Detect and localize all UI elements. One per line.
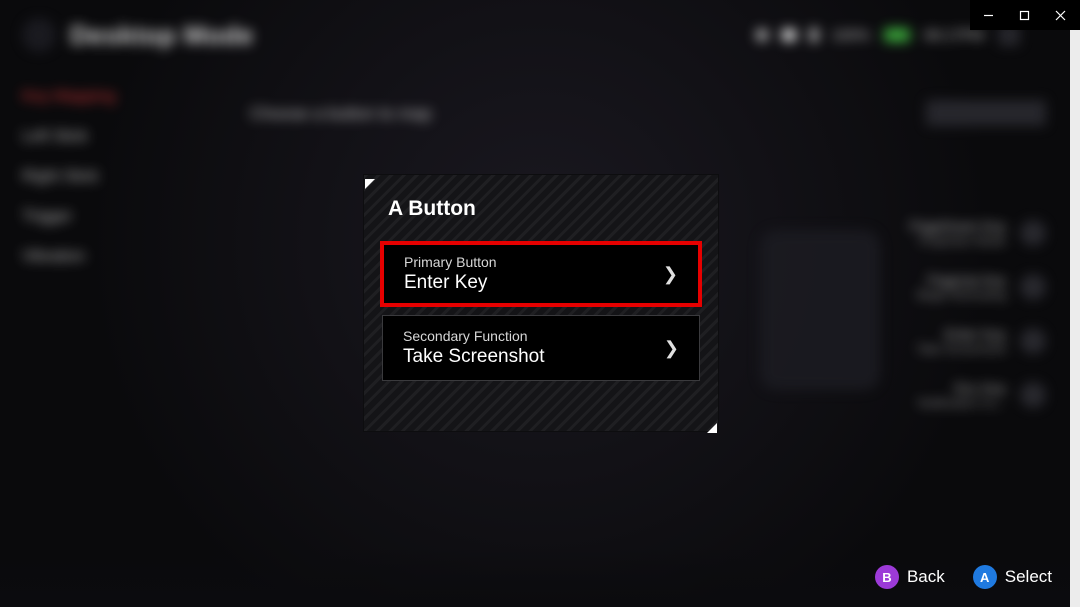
mapping-summary-row: Esc KeyNotification Ce... xyxy=(909,380,1046,410)
button-glyph-icon xyxy=(1020,328,1046,354)
footer-legend: B Back A Select xyxy=(875,565,1052,589)
status-icon xyxy=(756,29,768,41)
mapping-summary-row: PageDown KeyProjection Mode xyxy=(909,218,1046,248)
page-subtitle: Choose a button to map xyxy=(250,104,431,124)
b-button-icon: B xyxy=(875,565,899,589)
sidebar-item-key-mapping[interactable]: Key Mapping xyxy=(22,88,115,106)
maximize-button[interactable] xyxy=(1006,0,1042,30)
sidebar-item-right-stick[interactable]: Right Stick xyxy=(22,168,115,186)
controller-illustration xyxy=(760,230,880,390)
chevron-right-icon: ❯ xyxy=(664,338,679,359)
mapping-summary-row: PageUp KeyBegin Recording xyxy=(909,272,1046,302)
corner-icon xyxy=(707,420,717,430)
legend-select-label: Select xyxy=(1005,567,1052,587)
sidebar-item-vibration[interactable]: Vibration xyxy=(22,248,115,266)
legend-select[interactable]: A Select xyxy=(973,565,1052,589)
battery-icon xyxy=(884,28,910,42)
bluetooth-icon xyxy=(810,28,818,42)
legend-back-label: Back xyxy=(907,567,945,587)
secondary-function-row[interactable]: Secondary Function Take Screenshot ❯ xyxy=(382,315,700,381)
minimize-button[interactable] xyxy=(970,0,1006,30)
button-glyph-icon xyxy=(1020,220,1046,246)
close-button[interactable] xyxy=(1042,0,1078,30)
mapping-summary-row: Enter KeyTake Screenshot xyxy=(909,326,1046,356)
legend-back[interactable]: B Back xyxy=(875,565,945,589)
primary-button-row[interactable]: Primary Button Enter Key ❯ xyxy=(380,241,702,307)
button-config-modal: A Button Primary Button Enter Key ❯ Seco… xyxy=(363,174,719,432)
a-button-icon: A xyxy=(973,565,997,589)
row-value: Take Screenshot xyxy=(403,346,545,368)
window-titlebar xyxy=(970,0,1080,30)
app-header: Desktop Mode xyxy=(22,18,254,52)
battery-percent: 100% xyxy=(832,27,870,44)
app-viewport: Desktop Mode 100% 06:17PM Key Mapping Le… xyxy=(0,0,1080,607)
corner-icon xyxy=(365,176,375,186)
row-label: Primary Button xyxy=(404,254,497,270)
sidebar-item-trigger[interactable]: Trigger xyxy=(22,208,115,226)
sidebar: Key Mapping Left Stick Right Stick Trigg… xyxy=(22,88,115,266)
button-glyph-icon xyxy=(1020,382,1046,408)
modal-title: A Button xyxy=(364,175,718,235)
window-scrollbar[interactable] xyxy=(1070,0,1080,607)
app-title: Desktop Mode xyxy=(70,20,254,51)
mapping-summary-list: PageDown KeyProjection Mode PageUp KeyBe… xyxy=(909,218,1046,410)
sidebar-item-left-stick[interactable]: Left Stick xyxy=(22,128,115,146)
wifi-icon xyxy=(782,29,796,41)
row-value: Enter Key xyxy=(404,272,497,294)
app-logo-icon xyxy=(22,18,56,52)
row-label: Secondary Function xyxy=(403,328,545,344)
button-glyph-icon xyxy=(1020,274,1046,300)
reset-to-default-button[interactable] xyxy=(926,100,1046,126)
chevron-right-icon: ❯ xyxy=(663,264,678,285)
